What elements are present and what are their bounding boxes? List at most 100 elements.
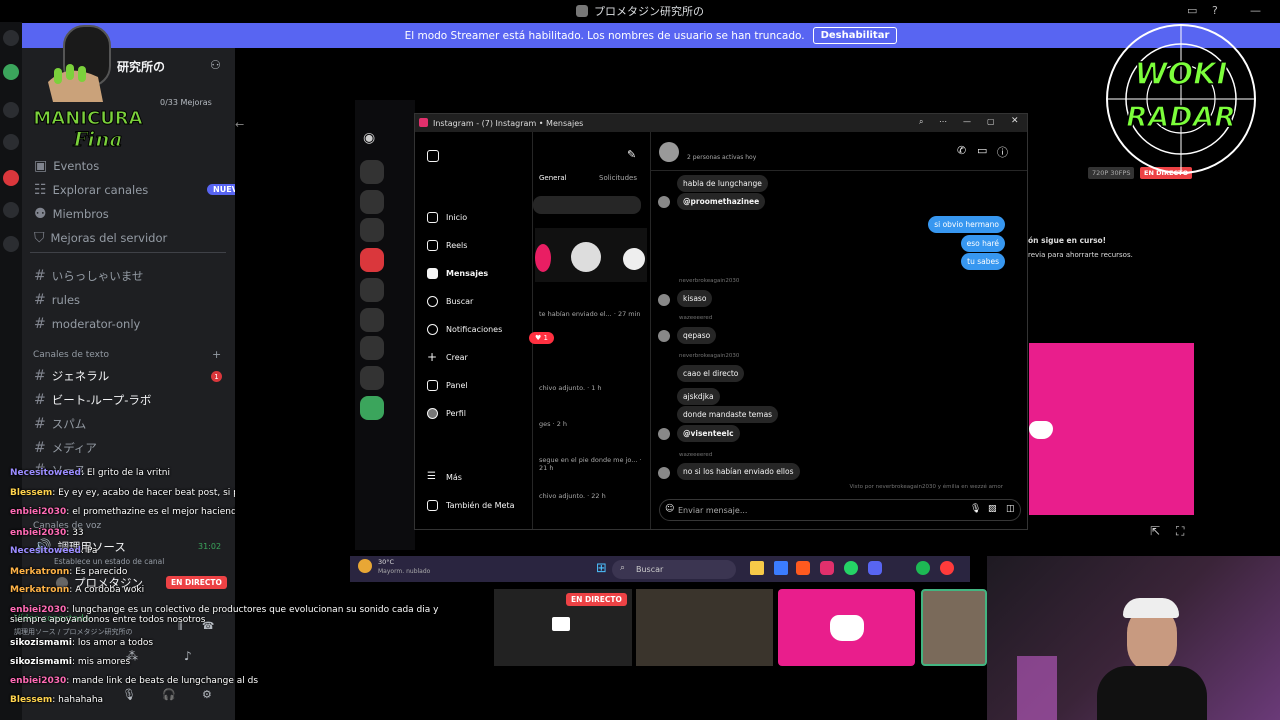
maximize-icon[interactable]: ▢ (987, 117, 995, 126)
minimize-icon[interactable]: — (963, 117, 971, 126)
weather-temp[interactable]: 30°C (378, 558, 394, 566)
nav-reels[interactable]: Reels (427, 240, 467, 251)
taskbar-search-input[interactable]: ⌕ Buscar (612, 560, 736, 579)
obs-icon[interactable] (940, 561, 954, 575)
message-input[interactable]: ☺ Enviar mensaje... 🎙 ▨ ◫ (659, 499, 1021, 521)
message-bubble[interactable]: @visenteelc (677, 425, 740, 442)
image-icon[interactable]: ▨ (988, 504, 997, 514)
nav-messages[interactable]: Mensajes (427, 268, 488, 279)
conversation-item[interactable]: ges · 2 h (539, 420, 567, 428)
fullscreen-icon[interactable]: ⛶ (1176, 524, 1184, 539)
server-icon[interactable] (3, 134, 19, 150)
channel-rules[interactable]: # rules (34, 292, 80, 308)
server-icon[interactable] (3, 236, 19, 252)
sidebar-item-events[interactable]: ▣ Eventos (34, 158, 99, 174)
minimize-icon[interactable]: — (1250, 4, 1261, 17)
conversation-item[interactable]: te habían enviado el... · 27 min (539, 310, 641, 318)
message-bubble[interactable]: @proomethazinee (677, 193, 766, 210)
server-icon[interactable] (3, 64, 19, 80)
stage-tile-camera[interactable] (636, 589, 773, 666)
server-icon[interactable] (360, 248, 384, 272)
weather-icon[interactable] (358, 559, 372, 573)
server-icon[interactable] (3, 170, 19, 186)
nav-profile[interactable]: Perfil (427, 408, 466, 419)
sidebar-item-boosts[interactable]: ⛉ Mejoras del servidor (34, 230, 167, 246)
server-icon[interactable] (360, 160, 384, 184)
boost-progress[interactable]: 0/33 Mejoras (160, 98, 212, 107)
nav-create[interactable]: + Crear (427, 351, 468, 363)
text-channels-header[interactable]: Canales de texto (33, 350, 109, 360)
add-channel-icon[interactable]: + (212, 348, 221, 361)
conversation-item[interactable]: chivo adjunto. · 1 h (539, 384, 602, 392)
compose-icon[interactable]: ✎ (627, 148, 636, 161)
channel-moderator[interactable]: # moderator-only (34, 316, 140, 332)
whatsapp-icon[interactable] (844, 561, 858, 575)
server-icon[interactable] (360, 366, 384, 390)
nav-also-from-meta[interactable]: También de Meta (427, 500, 515, 511)
nav-home[interactable]: Inicio (427, 212, 467, 223)
instagram-taskbar-icon[interactable] (820, 561, 834, 575)
file-explorer-icon[interactable] (750, 561, 764, 575)
server-icon[interactable] (360, 336, 384, 360)
server-icon[interactable] (3, 102, 19, 118)
nav-search[interactable]: Buscar (427, 296, 473, 307)
emoji-icon[interactable]: ☺ (665, 504, 674, 514)
video-call-icon[interactable]: ▭ (977, 144, 987, 157)
search-input[interactable] (533, 196, 641, 214)
message-bubble-outgoing[interactable]: eso haré (960, 235, 1005, 252)
info-icon[interactable]: ⓘ (997, 144, 1008, 160)
sidebar-item-explore[interactable]: ☷ Explorar canales (34, 182, 148, 198)
microphone-icon[interactable]: 🎙 (970, 504, 981, 514)
close-icon[interactable]: ✕ (1011, 116, 1019, 126)
discord-stream-card[interactable] (1029, 343, 1194, 515)
popout-icon[interactable]: ⇱ (1150, 524, 1160, 538)
message-bubble[interactable]: qepaso (677, 327, 717, 344)
discord-icon[interactable]: ◉ (363, 130, 375, 146)
nav-dashboard[interactable]: Panel (427, 380, 468, 391)
more-icon[interactable]: ⋯ (939, 117, 947, 126)
tab-general[interactable]: General (539, 174, 567, 182)
server-icon[interactable] (360, 396, 384, 420)
channel-beat-loop-lab[interactable]: # ビート-ループ-ラボ (34, 392, 151, 408)
channel-spam[interactable]: # スパム (34, 416, 86, 432)
server-icon[interactable] (3, 202, 19, 218)
back-arrow-icon[interactable]: ← (235, 118, 249, 132)
help-icon[interactable]: ? (1212, 4, 1218, 17)
server-icon[interactable] (360, 190, 384, 214)
message-bubble[interactable]: kisaso (677, 290, 713, 307)
group-avatar[interactable] (659, 142, 679, 162)
store-icon[interactable] (774, 561, 788, 575)
sticker-icon[interactable]: ◫ (1006, 504, 1015, 514)
windows-start-icon[interactable]: ⊞ (596, 561, 607, 576)
spotify-icon[interactable] (916, 561, 930, 575)
message-bubble[interactable]: ajskdjka (677, 388, 720, 405)
message-bubble[interactable]: habla de lungchange (677, 175, 768, 192)
message-bubble-outgoing[interactable]: si obvio hermano (928, 216, 1005, 233)
brave-icon[interactable] (796, 561, 810, 575)
home-icon[interactable] (3, 30, 19, 46)
tab-requests[interactable]: Solicitudes (599, 174, 637, 182)
weather-desc[interactable]: Mayorm. nublado (378, 568, 430, 575)
message-bubble[interactable]: no si los habían enviado ellos (677, 463, 800, 480)
add-member-icon[interactable]: ⚇ (210, 58, 221, 72)
message-bubble[interactable]: caao el directo (677, 365, 745, 382)
stage-tile-discord[interactable] (778, 589, 915, 666)
zoom-icon[interactable]: ⌕ (919, 117, 923, 127)
nav-more[interactable]: ☰ Más (427, 472, 462, 483)
server-icon[interactable] (360, 308, 384, 332)
server-icon[interactable] (360, 278, 384, 302)
message-bubble[interactable]: donde mandaste temas (677, 406, 779, 423)
disable-streamer-button[interactable]: Deshabilitar (812, 27, 898, 44)
channel-welcome[interactable]: # いらっしゃいませ (34, 268, 143, 284)
instagram-logo-icon[interactable] (427, 150, 439, 162)
notes-carousel[interactable] (535, 228, 647, 282)
sidebar-item-members[interactable]: ⚉ Miembros (34, 206, 109, 222)
channel-general[interactable]: # ジェネラル (34, 368, 109, 384)
discord-taskbar-icon[interactable] (868, 561, 882, 575)
inbox-icon[interactable]: ▭ (1187, 4, 1197, 17)
phone-icon[interactable]: ✆ (957, 144, 966, 157)
stage-tile-user[interactable] (921, 589, 987, 666)
conversation-item[interactable]: chivo adjunto. · 22 h (539, 492, 606, 500)
message-bubble-outgoing[interactable]: tu sabes (961, 253, 1005, 270)
server-icon[interactable] (360, 218, 384, 242)
